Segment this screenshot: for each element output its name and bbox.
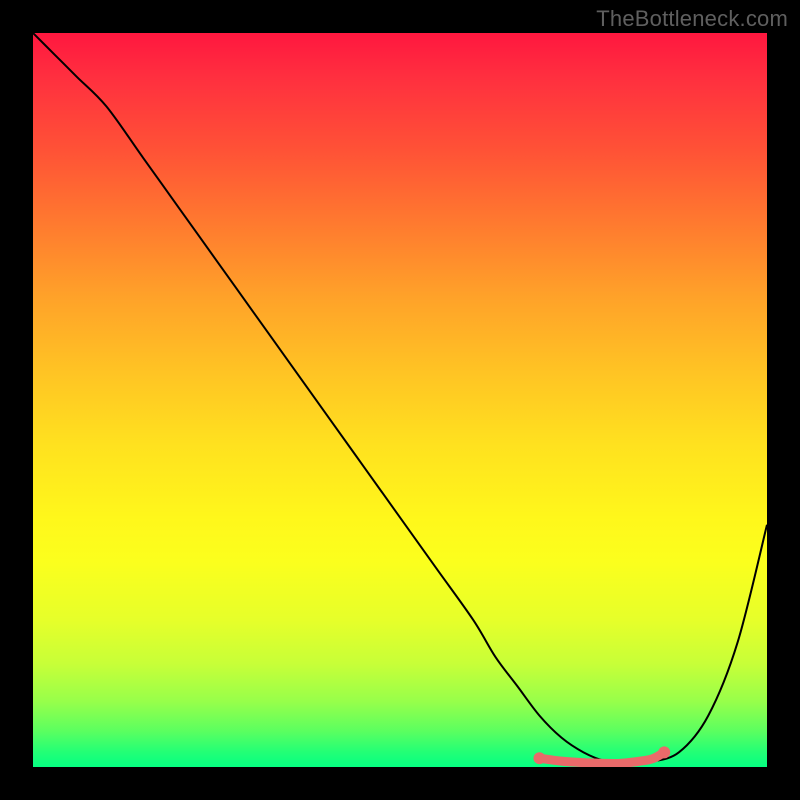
curve-path bbox=[33, 33, 767, 763]
plot-area bbox=[33, 33, 767, 767]
watermark-text: TheBottleneck.com bbox=[596, 6, 788, 32]
highlight-segment bbox=[539, 752, 664, 763]
chart-frame: TheBottleneck.com bbox=[0, 0, 800, 800]
highlight-end-dot bbox=[658, 746, 670, 758]
bottleneck-curve bbox=[33, 33, 767, 767]
highlight-start-dot bbox=[533, 752, 545, 764]
